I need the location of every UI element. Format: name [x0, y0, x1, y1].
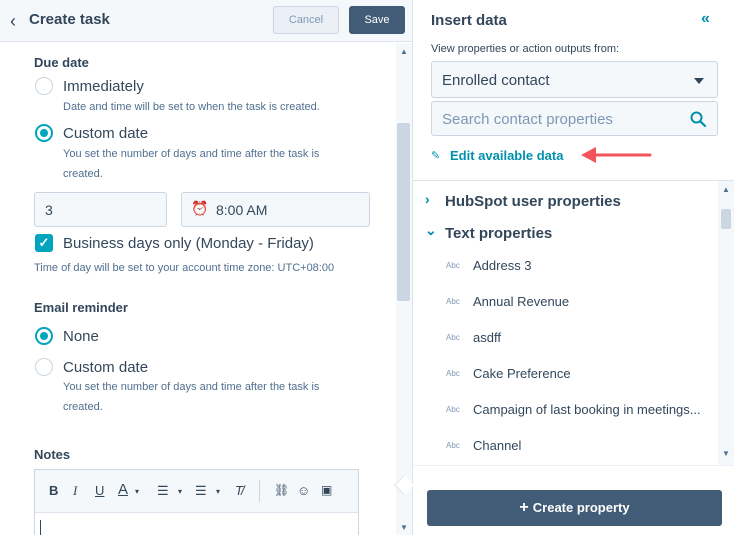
business-days-label: Business days only (Monday - Friday)	[63, 235, 314, 252]
time-input[interactable]: ⏰ 8:00 AM	[181, 192, 370, 227]
save-button[interactable]: Save	[349, 6, 405, 34]
cancel-button[interactable]: Cancel	[273, 6, 339, 34]
right-scrollbar[interactable]: ▲ ▼	[718, 181, 734, 465]
create-property-button[interactable]: + Create property	[427, 490, 722, 526]
reminder-none-radio[interactable]	[35, 327, 53, 345]
radio-label: None	[63, 328, 99, 345]
due-date-custom-radio[interactable]	[35, 124, 53, 142]
image-icon[interactable]: ▣	[321, 483, 332, 497]
chevron-down-icon[interactable]: ▾	[135, 487, 139, 496]
help-text: You set the number of days and time afte…	[63, 148, 320, 180]
text-type-icon: Abc	[446, 441, 460, 450]
notes-label: Notes	[34, 447, 71, 462]
selected-source: Enrolled contact	[442, 72, 550, 89]
scroll-thumb[interactable]	[721, 209, 731, 229]
help-text: Date and time will be set to when the ta…	[63, 101, 320, 113]
reminder-custom-radio[interactable]	[35, 358, 53, 376]
property-label: Campaign of last booking in meetings...	[473, 402, 701, 417]
text-type-icon: Abc	[446, 333, 460, 342]
source-select[interactable]: Enrolled contact	[431, 61, 718, 98]
search-icon[interactable]	[689, 110, 707, 128]
scroll-thumb[interactable]	[397, 123, 410, 301]
page-title: Create task	[29, 11, 110, 28]
chevron-down-icon: ⌄	[425, 222, 437, 238]
radio-label: Custom date	[63, 359, 149, 376]
group-hubspot-user-properties[interactable]: › HubSpot user properties	[413, 186, 718, 216]
list-item[interactable]: Abc Annual Revenue	[413, 284, 718, 318]
pencil-icon: ✎	[431, 150, 441, 162]
panel-footer: + Create property	[413, 465, 734, 535]
alarm-clock-icon: ⏰	[191, 200, 209, 216]
list-item[interactable]: Abc Channel	[413, 428, 718, 462]
timezone-note: Time of day will be set to your account …	[34, 262, 335, 274]
numbered-list-icon[interactable]: ☰	[195, 483, 207, 499]
chevron-down-icon[interactable]: ▾	[216, 487, 220, 496]
group-label: Text properties	[445, 225, 553, 242]
insert-data-title: Insert data	[431, 12, 507, 29]
insert-data-panel: Insert data « View properties or action …	[413, 0, 734, 535]
view-properties-label: View properties or action outputs from:	[431, 43, 620, 55]
property-label: Cake Preference	[473, 366, 571, 381]
text-type-icon: Abc	[446, 261, 460, 270]
clear-format-icon[interactable]: T̸	[235, 483, 243, 498]
text-type-icon: Abc	[446, 297, 460, 306]
emoji-icon[interactable]: ☺	[297, 483, 310, 498]
left-scrollbar[interactable]: ▲ ▼	[396, 43, 412, 535]
time-value: 8:00 AM	[216, 202, 268, 218]
italic-button[interactable]: I	[73, 483, 77, 499]
scroll-down-icon[interactable]: ▼	[400, 523, 408, 532]
notes-editor[interactable]: B I U A ▾ ☰ ▾ ☰ ▾ T̸ ⛓ ☺ ▣	[34, 469, 359, 535]
panel-header: ‹ Create task Cancel Save	[0, 0, 412, 42]
due-date-label: Due date	[34, 55, 89, 70]
group-label: HubSpot user properties	[445, 193, 621, 210]
annotation-arrow	[581, 147, 652, 163]
edit-available-data-link[interactable]: Edit available data	[450, 148, 563, 163]
list-item[interactable]: Abc asdff	[413, 320, 718, 354]
help-text: You set the number of days and time afte…	[63, 381, 320, 413]
email-reminder-label: Email reminder	[34, 300, 128, 315]
create-property-label: Create property	[532, 500, 630, 515]
radio-label: Immediately	[63, 78, 144, 95]
list-item[interactable]: Abc Cake Preference	[413, 356, 718, 390]
scroll-down-icon[interactable]: ▼	[722, 449, 730, 458]
editor-toolbar: B I U A ▾ ☰ ▾ ☰ ▾ T̸ ⛓ ☺ ▣	[35, 470, 358, 513]
toolbar-divider	[259, 480, 260, 502]
collapse-icon[interactable]: «	[701, 10, 710, 28]
plus-icon: +	[519, 499, 529, 516]
underline-button[interactable]: U	[95, 483, 104, 498]
property-label: Annual Revenue	[473, 294, 570, 309]
property-label: asdff	[473, 330, 501, 345]
back-chevron-icon[interactable]: ‹	[10, 11, 24, 31]
property-search-input[interactable]: Search contact properties	[431, 101, 718, 136]
scroll-up-icon[interactable]: ▲	[400, 47, 408, 56]
list-item[interactable]: Abc Campaign of last booking in meetings…	[413, 392, 718, 426]
business-days-checkbox[interactable]: ✓	[35, 234, 53, 252]
property-label: Address 3	[473, 258, 532, 273]
task-form: Due date Immediately Date and time will …	[0, 43, 396, 535]
scroll-up-icon[interactable]: ▲	[722, 185, 730, 194]
text-color-button[interactable]: A	[118, 481, 128, 498]
text-cursor	[40, 520, 41, 535]
due-date-immediately-radio[interactable]	[35, 77, 53, 95]
radio-label: Custom date	[63, 125, 149, 142]
property-label: Channel	[473, 438, 522, 453]
search-placeholder: Search contact properties	[442, 111, 613, 128]
property-list: › HubSpot user properties ⌄ Text propert…	[413, 180, 734, 465]
create-task-panel: ‹ Create task Cancel Save Due date Immed…	[0, 0, 412, 535]
chevron-right-icon: ›	[425, 191, 430, 207]
text-type-icon: Abc	[446, 369, 460, 378]
days-input[interactable]: 3	[34, 192, 167, 227]
group-text-properties[interactable]: ⌄ Text properties	[413, 218, 718, 248]
list-item[interactable]: Abc Address 3	[413, 248, 718, 282]
bold-button[interactable]: B	[49, 483, 58, 498]
chevron-down-icon[interactable]: ▾	[178, 487, 182, 496]
text-type-icon: Abc	[446, 405, 460, 414]
bulleted-list-icon[interactable]: ☰	[157, 483, 169, 499]
caret-down-icon	[694, 78, 704, 84]
link-icon[interactable]: ⛓	[274, 483, 289, 497]
